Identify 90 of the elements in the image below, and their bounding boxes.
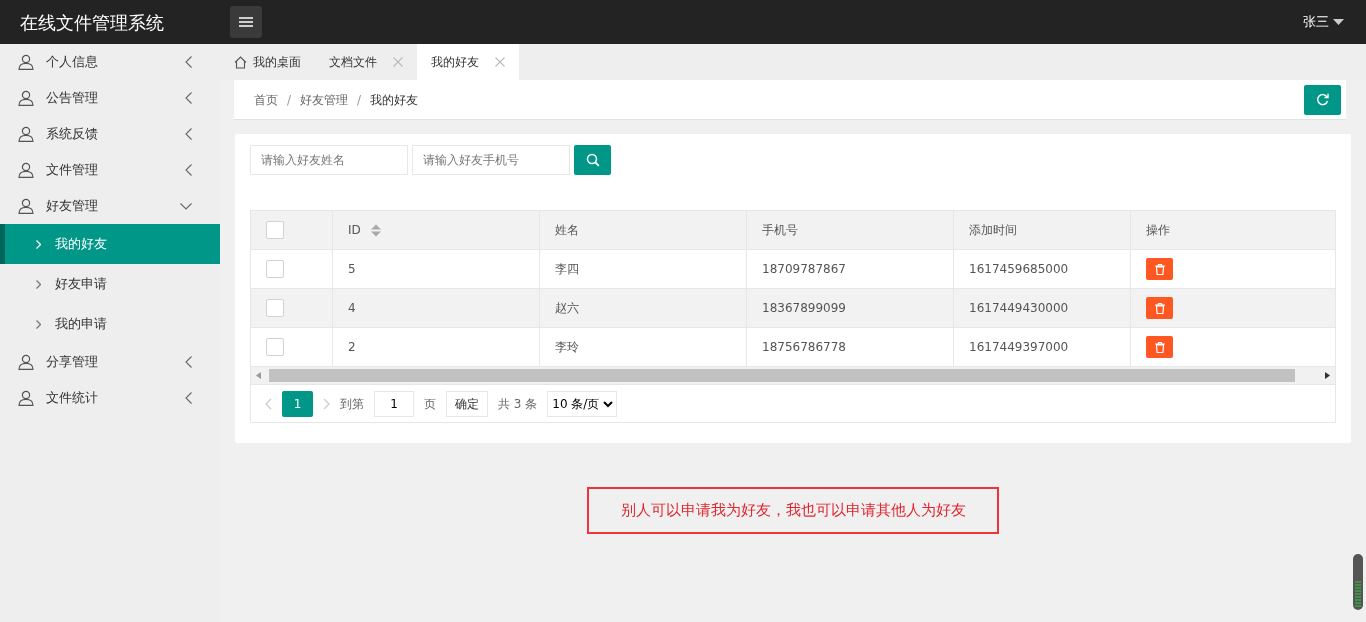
- caret-icon: [1333, 19, 1344, 25]
- delete-button[interactable]: [1146, 336, 1173, 358]
- next-page-icon[interactable]: [323, 397, 330, 410]
- column-header: 操作: [1146, 222, 1170, 239]
- menu-button[interactable]: [230, 6, 262, 38]
- column-header: ID: [348, 222, 361, 239]
- chevron-left-icon: [185, 164, 192, 176]
- breadcrumb-link[interactable]: 好友管理: [300, 90, 349, 109]
- sort-icon[interactable]: [370, 223, 381, 237]
- user-icon: [18, 162, 34, 178]
- tab[interactable]: 我的桌面: [220, 44, 315, 80]
- sidebar-item[interactable]: 系统反馈: [0, 116, 220, 152]
- home-icon: [234, 55, 247, 69]
- trash-icon: [1154, 302, 1165, 314]
- sidebar-subitem[interactable]: 我的申请: [0, 304, 220, 344]
- horizontal-scrollbar[interactable]: [251, 367, 1335, 384]
- page-size-select[interactable]: 10 条/页: [547, 390, 618, 417]
- user-icon: [18, 54, 34, 70]
- table-cell-text: 5: [348, 261, 356, 278]
- chevron-left-icon: [185, 56, 192, 68]
- user-icon: [18, 390, 34, 406]
- trash-icon: [1154, 263, 1165, 275]
- tab[interactable]: 文档文件: [315, 44, 417, 80]
- chevron-left-icon: [185, 92, 192, 104]
- search-icon: [585, 153, 600, 167]
- chevron-left-icon: [185, 392, 192, 404]
- table-cell-text: 1617459685000: [969, 261, 1069, 278]
- breadcrumb-link[interactable]: 首页: [254, 90, 278, 109]
- table-cell-text: 4: [348, 300, 356, 317]
- column-header: 姓名: [555, 222, 579, 239]
- search-button[interactable]: [574, 145, 611, 175]
- chevron-right-icon: [36, 279, 41, 289]
- annotation-note: 别人可以申请我为好友，我也可以申请其他人为好友: [587, 487, 999, 534]
- sidebar-subitem[interactable]: 好友申请: [0, 264, 220, 304]
- tab[interactable]: 我的好友: [417, 44, 519, 80]
- chevron-left-icon: [185, 128, 192, 140]
- total-count: 共 3 条: [498, 395, 538, 413]
- table-cell-text: 1617449430000: [969, 300, 1069, 317]
- sidebar-item[interactable]: 好友管理: [0, 188, 220, 224]
- table-cell-text: 18756786778: [762, 339, 846, 356]
- table-cell-text: 2: [348, 339, 356, 356]
- breadcrumb-separator: /: [287, 91, 292, 109]
- phone-search-field[interactable]: 请输入好友手机号: [412, 145, 570, 175]
- close-icon[interactable]: [495, 57, 505, 67]
- sidebar-item[interactable]: 文件管理: [0, 152, 220, 188]
- close-icon[interactable]: [393, 57, 403, 67]
- user-menu[interactable]: 张三: [1303, 12, 1344, 32]
- delete-button[interactable]: [1146, 258, 1173, 280]
- trash-icon: [1154, 341, 1165, 353]
- user-icon: [18, 90, 34, 106]
- row-checkbox[interactable]: [266, 338, 284, 356]
- confirm-button[interactable]: 确定: [446, 390, 488, 417]
- table-cell-text: 赵六: [555, 300, 579, 317]
- row-checkbox[interactable]: [266, 260, 284, 278]
- chevron-right-icon: [36, 319, 41, 329]
- prev-page-icon[interactable]: [265, 397, 272, 410]
- row-checkbox[interactable]: [266, 299, 284, 317]
- refresh-icon: [1316, 93, 1329, 106]
- refresh-button[interactable]: [1304, 84, 1341, 115]
- sidebar-item[interactable]: 个人信息: [0, 44, 220, 80]
- sidebar-subitem[interactable]: 我的好友: [0, 224, 220, 264]
- chevron-down-icon: [180, 202, 192, 210]
- name-search-field[interactable]: 请输入好友姓名: [250, 145, 408, 175]
- table-cell-text: 1617449397000: [969, 339, 1069, 356]
- sidebar-item[interactable]: 分享管理: [0, 344, 220, 380]
- page-unit-label: 页: [424, 395, 436, 413]
- select-all-checkbox[interactable]: [266, 221, 284, 239]
- delete-button[interactable]: [1146, 297, 1173, 319]
- page-number-button[interactable]: 1: [282, 390, 313, 417]
- user-icon: [18, 198, 34, 214]
- table-cell-text: 18709787867: [762, 261, 846, 278]
- table-cell-text: 李四: [555, 261, 579, 278]
- chevron-left-icon: [185, 356, 192, 368]
- table-cell-text: 18367899099: [762, 300, 846, 317]
- scroll-left-icon[interactable]: [256, 372, 261, 379]
- app-title: 在线文件管理系统: [19, 10, 165, 35]
- breadcrumb-separator: /: [357, 91, 362, 109]
- sidebar-item[interactable]: 公告管理: [0, 80, 220, 116]
- level-meter-drawing: [1353, 554, 1363, 610]
- menu-icon: [239, 17, 253, 27]
- scroll-right-icon[interactable]: [1325, 372, 1330, 379]
- page-input[interactable]: 1: [374, 390, 414, 417]
- sidebar-item[interactable]: 文件统计: [0, 380, 220, 416]
- user-icon: [18, 354, 34, 370]
- column-header: 添加时间: [969, 222, 1017, 239]
- column-header: 手机号: [762, 222, 798, 239]
- table-cell-text: 李玲: [555, 339, 579, 356]
- chevron-right-icon: [36, 239, 41, 249]
- goto-label: 到第: [340, 395, 364, 413]
- user-icon: [18, 126, 34, 142]
